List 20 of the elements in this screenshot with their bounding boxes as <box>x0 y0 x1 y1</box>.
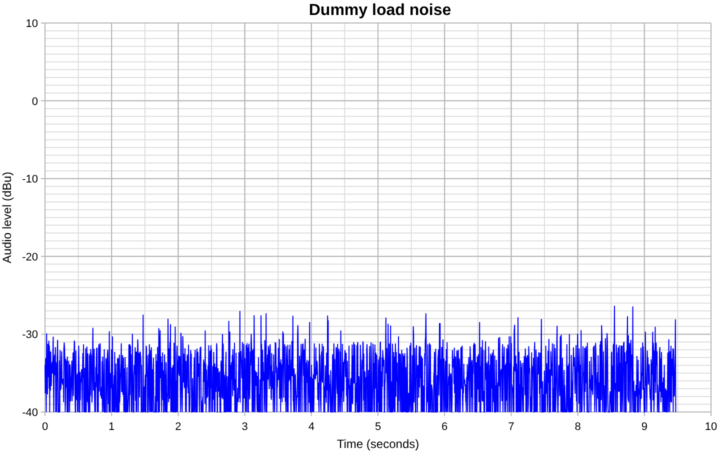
tick-label: -40 <box>22 407 38 419</box>
tick-label: 5 <box>374 421 382 433</box>
tick-label: 10 <box>704 421 718 433</box>
axis-label: Time (seconds) <box>336 437 420 451</box>
tick-label: 8 <box>574 421 581 433</box>
tick-label: 6 <box>442 421 448 433</box>
tick-label: 3 <box>242 421 248 433</box>
chart-title: Dummy load noise <box>308 2 452 19</box>
tick-label: -10 <box>22 174 38 186</box>
axis-label: Audio level (dBu) <box>0 172 14 264</box>
tick-label: 1 <box>108 421 115 433</box>
tick-label: 9 <box>641 421 648 433</box>
tick-label: 10 <box>26 18 38 30</box>
tick-label: 2 <box>175 421 182 433</box>
tick-label: -20 <box>22 251 38 264</box>
tick-label: 0 <box>32 96 38 108</box>
tick-label: -30 <box>22 329 38 342</box>
tick-label: 0 <box>42 421 48 433</box>
tick-label: 7 <box>508 421 514 433</box>
tick-label: 4 <box>308 421 314 433</box>
